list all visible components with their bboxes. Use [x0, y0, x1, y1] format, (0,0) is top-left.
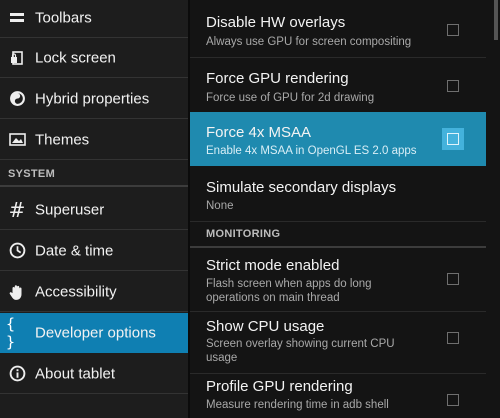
nav-item-label: Date & time	[35, 242, 114, 259]
nav-item-hybrid-properties[interactable]: Hybrid properties	[0, 79, 188, 119]
nav-item-label: Toolbars	[35, 9, 92, 26]
info-icon	[8, 365, 26, 383]
pref-summary: Enable 4x MSAA in OpenGL ES 2.0 apps	[206, 145, 417, 157]
section-header-system: SYSTEM	[0, 165, 188, 187]
profile-gpu-rendering-checkbox[interactable]	[447, 394, 459, 406]
pref-summary: Force use of GPU for 2d drawing	[206, 92, 375, 104]
nav-item-about-tablet[interactable]: About tablet	[0, 354, 188, 394]
developer-options-pane[interactable]: Disable HW overlays Always use GPU for s…	[190, 0, 500, 418]
pref-simulate-secondary-displays[interactable]: Simulate secondary displays None	[190, 166, 486, 222]
pref-force-4x-msaa[interactable]: Force 4x MSAA Enable 4x MSAA in OpenGL E…	[190, 112, 486, 166]
nav-item-developer-options[interactable]: { } Developer options	[0, 313, 188, 353]
pref-title: Force 4x MSAA	[206, 124, 312, 141]
nav-item-toolbars[interactable]: Toolbars	[0, 0, 188, 38]
pref-summary: Always use GPU for screen compositing	[206, 36, 412, 48]
toolbars-icon	[8, 9, 26, 27]
nav-item-themes[interactable]: Themes	[0, 120, 188, 160]
pref-disable-hw-overlays[interactable]: Disable HW overlays Always use GPU for s…	[190, 0, 486, 58]
category-header-label: MONITORING	[206, 228, 281, 240]
pref-title: Force GPU rendering	[206, 70, 349, 87]
strict-mode-checkbox[interactable]	[447, 273, 459, 285]
hash-icon: #	[8, 197, 26, 222]
pref-profile-gpu-rendering[interactable]: Profile GPU rendering Measure rendering …	[190, 374, 486, 418]
pref-show-cpu-usage[interactable]: Show CPU usage Screen overlay showing cu…	[190, 312, 486, 374]
pref-title: Strict mode enabled	[206, 257, 340, 274]
pref-summary: Measure rendering time in adb shell	[206, 399, 389, 411]
pref-summary: Screen overlay showing current CPU usage	[206, 338, 395, 364]
scrollbar-thumb[interactable]	[494, 0, 498, 40]
force-gpu-rendering-checkbox[interactable]	[447, 80, 459, 92]
pref-force-gpu-rendering[interactable]: Force GPU rendering Force use of GPU for…	[190, 58, 486, 114]
pref-summary: Flash screen when apps do long operation…	[206, 278, 372, 304]
nav-item-lock-screen[interactable]: Lock screen	[0, 38, 188, 78]
nav-item-label: Accessibility	[35, 283, 117, 300]
pref-strict-mode[interactable]: Strict mode enabled Flash screen when ap…	[190, 248, 486, 312]
nav-item-accessibility[interactable]: Accessibility	[0, 272, 188, 312]
nav-item-label: Superuser	[35, 201, 105, 218]
section-header-label: SYSTEM	[8, 168, 56, 180]
hybrid-icon	[8, 90, 26, 108]
show-cpu-usage-checkbox[interactable]	[447, 332, 459, 344]
nav-item-label: Developer options	[35, 324, 156, 341]
category-header-monitoring: MONITORING	[190, 222, 486, 248]
disable-hw-overlays-checkbox[interactable]	[447, 24, 459, 36]
pref-title: Simulate secondary displays	[206, 179, 397, 196]
settings-headers-pane: Toolbars Lock screen Hybrid properties T…	[0, 0, 188, 418]
lock-screen-icon	[8, 49, 26, 67]
clock-icon	[8, 242, 26, 260]
pref-title: Disable HW overlays	[206, 14, 346, 31]
nav-item-label: Hybrid properties	[35, 90, 150, 107]
nav-item-label: Lock screen	[35, 49, 116, 66]
pref-title: Show CPU usage	[206, 318, 325, 335]
braces-icon: { }	[6, 314, 16, 351]
pref-title: Profile GPU rendering	[206, 378, 353, 395]
themes-icon	[8, 131, 26, 149]
nav-item-date-time[interactable]: Date & time	[0, 231, 188, 271]
nav-item-label: About tablet	[35, 365, 116, 382]
nav-item-superuser[interactable]: # Superuser	[0, 190, 188, 230]
force-4x-msaa-checkbox[interactable]	[442, 128, 464, 150]
nav-item-label: Themes	[35, 131, 90, 148]
hand-icon	[8, 283, 26, 301]
pref-summary: None	[206, 200, 234, 212]
